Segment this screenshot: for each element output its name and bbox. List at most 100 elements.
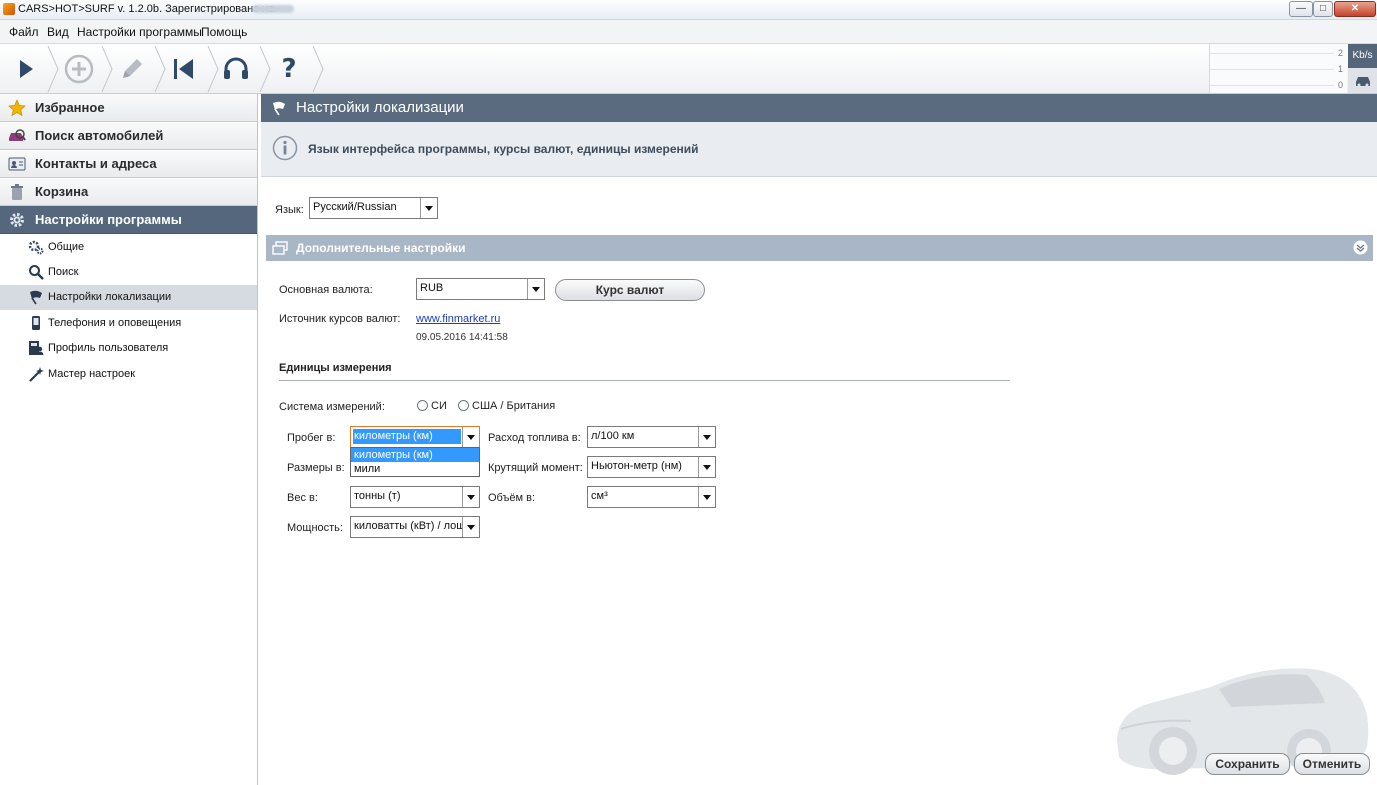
chevron-down-icon[interactable] bbox=[420, 198, 437, 218]
sidebar-item-label: Мастер настроек bbox=[48, 368, 136, 380]
car-icon bbox=[1355, 76, 1370, 86]
chevron-down-icon[interactable] bbox=[527, 279, 544, 299]
add-button[interactable] bbox=[57, 44, 101, 93]
sidebar-item-localization[interactable]: Настройки локализации bbox=[0, 285, 257, 310]
mileage-value: километры (км) bbox=[353, 429, 461, 444]
radio-si-label: СИ bbox=[431, 400, 447, 412]
sidebar-section-settings[interactable]: Настройки программы bbox=[0, 206, 257, 234]
sidebar-item-general[interactable]: Общие bbox=[0, 235, 257, 260]
menu-help[interactable]: Помощь bbox=[201, 25, 247, 39]
title-bar: CARS>HOT>SURF v. 1.2.0b. Зарегистрирован… bbox=[0, 0, 1377, 20]
contact-card-icon bbox=[8, 155, 26, 173]
volume-select[interactable]: см³ bbox=[587, 486, 716, 508]
edit-icon bbox=[123, 58, 142, 78]
sidebar-section-trash[interactable]: Корзина bbox=[0, 178, 257, 206]
support-button[interactable] bbox=[214, 44, 258, 93]
sidebar-section-car-search[interactable]: Поиск автомобилей bbox=[0, 122, 257, 150]
torque-label: Крутящий момент: bbox=[488, 462, 583, 474]
flag-icon bbox=[273, 101, 285, 116]
play-icon bbox=[20, 59, 33, 78]
collapse-chevron-icon[interactable] bbox=[1353, 240, 1368, 255]
redacted-name bbox=[252, 5, 294, 13]
page-header: Настройки локализации bbox=[261, 94, 1377, 122]
scale-label: 0 bbox=[1337, 80, 1343, 90]
fuel-consumption-value: л/100 км bbox=[591, 430, 635, 442]
sidebar: Избранное Поиск автомобилей Контакты и а… bbox=[0, 94, 258, 785]
power-label: Мощность: bbox=[287, 522, 343, 534]
measurement-system-label: Система измерений: bbox=[279, 401, 385, 413]
scale-label: 2 bbox=[1337, 48, 1343, 58]
menu-file[interactable]: Файл bbox=[9, 25, 39, 39]
play-button[interactable] bbox=[4, 44, 48, 93]
sidebar-item-setup-wizard[interactable]: Мастер настроек bbox=[0, 362, 257, 387]
chevron-down-icon[interactable] bbox=[698, 427, 715, 447]
sidebar-section-contacts[interactable]: Контакты и адреса bbox=[0, 150, 257, 178]
main-panel: Настройки локализации Язык интерфейса пр… bbox=[261, 94, 1377, 785]
currency-rates-button[interactable]: Курс валют bbox=[555, 279, 705, 301]
headset-icon bbox=[224, 57, 248, 79]
weight-select[interactable]: тонны (т) bbox=[350, 486, 480, 508]
rates-source-date: 09.05.2016 14:41:58 bbox=[416, 332, 508, 343]
car-search-icon bbox=[8, 127, 26, 145]
dropdown-option-miles[interactable]: мили bbox=[351, 462, 479, 476]
windows-icon bbox=[272, 241, 288, 255]
sidebar-item-user-profile[interactable]: Профиль пользователя bbox=[0, 336, 257, 361]
sidebar-item-telephony[interactable]: Телефония и оповещения bbox=[0, 311, 257, 336]
wizard-wand-icon bbox=[28, 366, 44, 382]
currency-select[interactable]: RUB bbox=[416, 278, 545, 300]
sidebar-item-label: Телефония и оповещения bbox=[48, 317, 182, 329]
fuel-consumption-label: Расход топлива в: bbox=[488, 432, 581, 444]
sidebar-section-label: Корзина bbox=[35, 184, 89, 199]
sidebar-section-label: Контакты и адреса bbox=[35, 156, 157, 171]
info-icon bbox=[272, 135, 298, 161]
save-button[interactable]: Сохранить bbox=[1205, 753, 1290, 775]
additional-settings-title: Дополнительные настройки bbox=[296, 241, 466, 255]
toolbar: ? 2 1 0 Kb/s bbox=[0, 44, 1377, 94]
mileage-select[interactable]: километры (км) bbox=[350, 426, 480, 448]
edit-button[interactable] bbox=[110, 44, 154, 93]
scale-label: 1 bbox=[1337, 64, 1343, 74]
power-value: киловатты (кВт) / лошадиные силы bbox=[354, 520, 462, 532]
user-profile-icon bbox=[28, 340, 44, 356]
gear-icon bbox=[8, 211, 26, 229]
flag-icon bbox=[28, 289, 44, 305]
menu-view[interactable]: Вид bbox=[47, 25, 69, 39]
sidebar-item-search[interactable]: Поиск bbox=[0, 260, 257, 285]
chevron-down-icon[interactable] bbox=[462, 487, 479, 507]
radio-us-uk[interactable] bbox=[458, 400, 469, 411]
chevron-down-icon[interactable] bbox=[462, 427, 479, 447]
help-button[interactable]: ? bbox=[267, 44, 311, 93]
units-divider bbox=[279, 380, 1010, 381]
chevron-down-icon[interactable] bbox=[698, 457, 715, 477]
currency-label: Основная валюта: bbox=[279, 284, 373, 296]
fuel-consumption-select[interactable]: л/100 км bbox=[587, 426, 716, 448]
rates-source-link[interactable]: www.finmarket.ru bbox=[416, 313, 500, 325]
close-button[interactable]: ✕ bbox=[1334, 1, 1376, 17]
power-select[interactable]: киловатты (кВт) / лошадиные силы bbox=[350, 516, 480, 538]
language-select[interactable]: Русский/Russian bbox=[309, 197, 438, 219]
currency-value: RUB bbox=[420, 282, 444, 294]
minimize-button[interactable]: — bbox=[1289, 1, 1313, 17]
chevron-down-icon[interactable] bbox=[462, 517, 479, 537]
speed-unit-badge[interactable]: Kb/s bbox=[1348, 44, 1377, 68]
torque-value: Ньютон-метр (нм) bbox=[591, 460, 682, 472]
menu-settings[interactable]: Настройки программы bbox=[77, 25, 202, 39]
chevron-down-icon[interactable] bbox=[698, 487, 715, 507]
trash-icon bbox=[8, 183, 26, 201]
sidebar-section-label: Поиск автомобилей bbox=[35, 128, 164, 143]
language-label: Язык: bbox=[275, 204, 304, 216]
back-to-start-button[interactable] bbox=[162, 44, 206, 93]
cancel-button[interactable]: Отменить bbox=[1294, 753, 1370, 775]
torque-select[interactable]: Ньютон-метр (нм) bbox=[587, 456, 716, 478]
maximize-button[interactable]: □ bbox=[1313, 1, 1333, 17]
radio-si[interactable] bbox=[417, 400, 428, 411]
dropdown-option-km[interactable]: километры (км) bbox=[351, 448, 479, 462]
additional-settings-bar[interactable]: Дополнительные настройки bbox=[266, 235, 1373, 261]
car-status-button[interactable] bbox=[1348, 68, 1377, 93]
volume-label: Объём в: bbox=[488, 492, 536, 504]
sidebar-section-favorites[interactable]: Избранное bbox=[0, 94, 257, 122]
sidebar-item-label: Общие bbox=[48, 241, 85, 253]
weight-label: Вес в: bbox=[287, 492, 318, 504]
add-icon bbox=[64, 54, 94, 83]
volume-value: см³ bbox=[591, 490, 608, 502]
